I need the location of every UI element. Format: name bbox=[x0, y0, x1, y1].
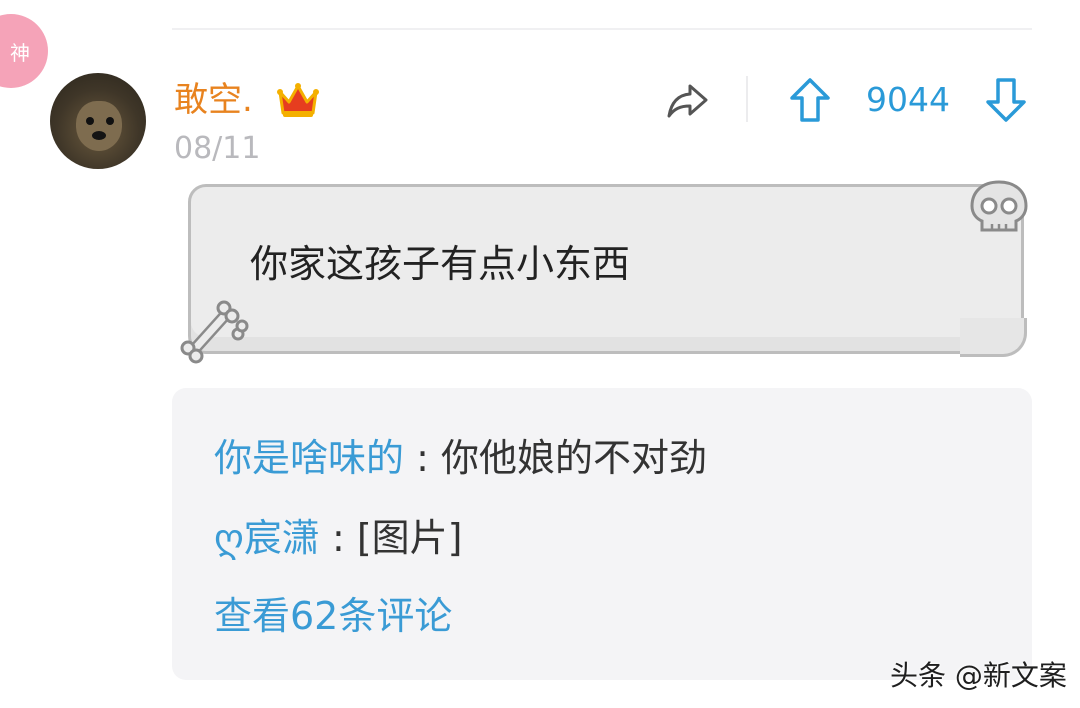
watermark: 头条 @新文案 bbox=[890, 659, 1067, 692]
bone-icon bbox=[180, 300, 249, 364]
skull-icon bbox=[970, 180, 1028, 232]
post-text: 你家这孩子有点小东西 bbox=[250, 242, 631, 286]
vote-count: 9044 bbox=[866, 80, 950, 119]
avatar-eye bbox=[86, 117, 94, 125]
avatar[interactable] bbox=[50, 73, 146, 169]
username[interactable]: 敢空. bbox=[174, 78, 253, 122]
downvote-icon[interactable] bbox=[984, 76, 1028, 124]
avatar-nose bbox=[92, 131, 106, 140]
comment-text: [图片] bbox=[356, 516, 463, 560]
comment-text: 你他娘的不对劲 bbox=[440, 436, 707, 480]
badge-label: 神 bbox=[10, 40, 30, 65]
comment-author[interactable]: 你是啥味的 bbox=[214, 436, 404, 480]
avatar-eye bbox=[106, 117, 114, 125]
comment-separator: : bbox=[319, 516, 357, 560]
crown-icon bbox=[277, 83, 319, 117]
top-divider bbox=[172, 28, 1032, 30]
comment-row[interactable]: ღ宸潇 : [图片] bbox=[214, 512, 463, 564]
action-divider bbox=[746, 76, 748, 122]
comment-row[interactable]: 你是啥味的 : 你他娘的不对劲 bbox=[214, 432, 707, 484]
avatar-face bbox=[76, 101, 122, 151]
share-icon[interactable] bbox=[664, 78, 712, 122]
comment-author[interactable]: ღ宸潇 bbox=[214, 516, 320, 560]
bubble-curl bbox=[960, 318, 1027, 357]
post-date: 08/11 bbox=[174, 131, 261, 166]
view-all-comments-link[interactable]: 查看62条评论 bbox=[214, 590, 452, 642]
comment-separator: : bbox=[404, 436, 441, 480]
upvote-icon[interactable] bbox=[788, 76, 832, 124]
god-comment-badge: 神 bbox=[0, 14, 48, 88]
